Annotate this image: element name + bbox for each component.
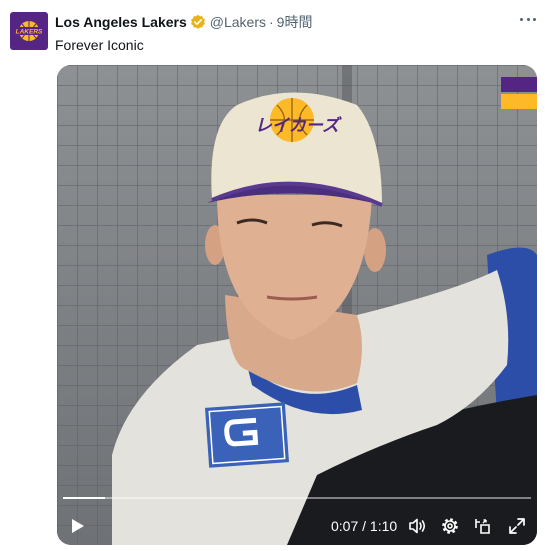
popout-icon[interactable]: [473, 516, 493, 536]
verified-badge-icon: [190, 14, 206, 30]
video-controls: 0:07 / 1:10: [57, 505, 537, 545]
purple-gold-flag: [501, 77, 537, 109]
current-time: 0:07: [331, 518, 359, 534]
author-handle[interactable]: @Lakers: [210, 14, 266, 30]
tweet-text: Forever Iconic: [55, 37, 144, 53]
cap-logo-text: レイカーズ: [255, 116, 342, 136]
play-icon[interactable]: [67, 516, 87, 536]
fullscreen-icon[interactable]: [507, 516, 527, 536]
lakers-logo-icon: LAKERS: [15, 21, 43, 41]
post-time[interactable]: 9時間: [277, 14, 313, 30]
progress-fill: [63, 497, 106, 499]
timecode: 0:07 / 1:10: [331, 518, 397, 534]
avatar[interactable]: LAKERS: [10, 12, 48, 50]
video-frame: レイカーズ: [57, 65, 537, 545]
tweet-header: Los Angeles Lakers @Lakers · 9時間: [55, 13, 312, 31]
avatar-logo-text: LAKERS: [16, 29, 43, 36]
author-name[interactable]: Los Angeles Lakers: [55, 14, 187, 30]
volume-icon[interactable]: [407, 516, 427, 536]
progress-bar[interactable]: [63, 497, 531, 499]
settings-gear-icon[interactable]: [440, 516, 460, 536]
time-separator: /: [362, 518, 367, 534]
duration: 1:10: [369, 518, 398, 534]
video-player[interactable]: レイカーズ 0:07 / 1:10: [57, 65, 537, 545]
separator-dot: ·: [269, 14, 274, 30]
more-options-icon[interactable]: [518, 9, 538, 29]
